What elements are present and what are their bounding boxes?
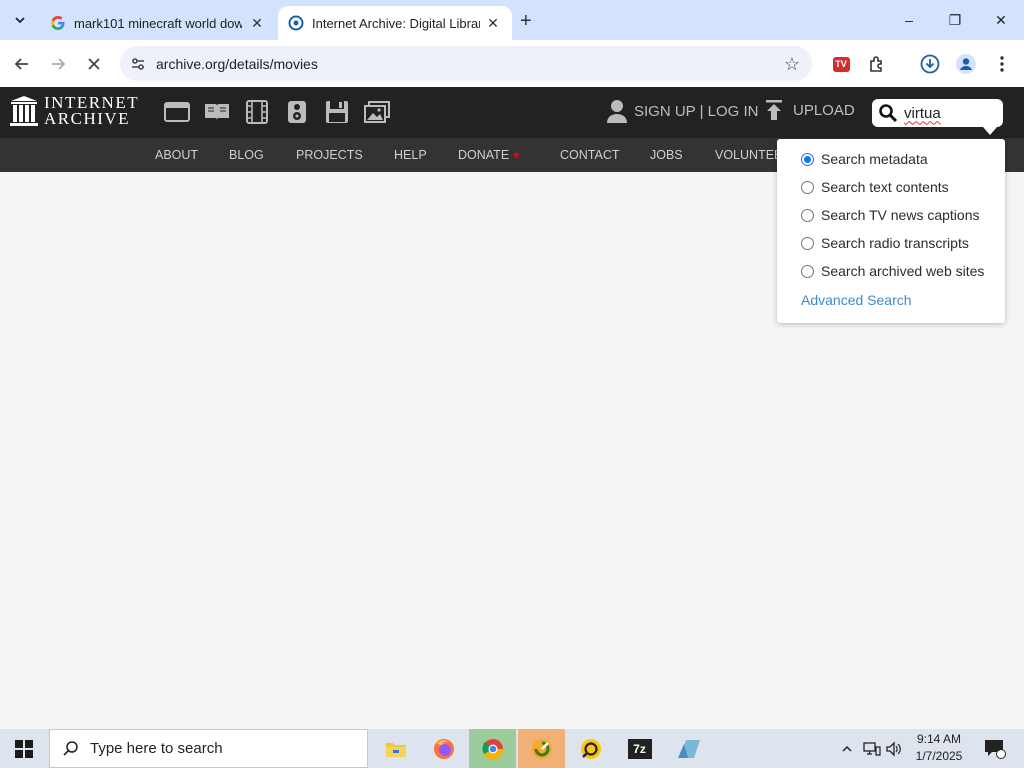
tab-close-icon[interactable]: ✕ — [484, 15, 502, 32]
browser-toolbar: archive.org/details/movies ☆ TV — [0, 40, 1024, 87]
archive-building-icon — [10, 96, 38, 126]
auth-label: SIGN UP | LOG IN — [634, 102, 759, 120]
start-button[interactable] — [0, 729, 48, 768]
page-content-area — [0, 172, 1024, 729]
texts-icon[interactable] — [204, 99, 230, 125]
user-icon — [607, 100, 627, 123]
nav-about[interactable]: ABOUT — [155, 148, 198, 162]
sign-up-login-link[interactable]: SIGN UP | LOG IN — [606, 99, 758, 123]
address-bar[interactable]: archive.org/details/movies ☆ — [120, 46, 812, 81]
firefox-icon[interactable] — [420, 729, 467, 768]
heart-icon: ♥ — [513, 150, 520, 162]
search-icon — [63, 740, 78, 756]
extensions-puzzle-icon[interactable] — [865, 52, 889, 76]
tab-search-button[interactable] — [8, 8, 32, 32]
back-button[interactable] — [10, 52, 34, 76]
search-icon — [879, 104, 898, 123]
images-icon[interactable] — [364, 99, 390, 125]
taskbar-search-box[interactable]: Type here to search — [49, 729, 368, 768]
search-input[interactable]: virtua — [904, 105, 941, 122]
tab-close-icon[interactable]: ✕ — [248, 15, 266, 32]
new-tab-button[interactable]: + — [520, 10, 532, 33]
notification-center-button[interactable]: 1 — [980, 729, 1010, 768]
nav-blog[interactable]: BLOG — [229, 148, 264, 162]
nav-donate-label: DONATE — [458, 148, 510, 162]
ia-search-box[interactable]: virtua — [872, 99, 1003, 135]
clock-date: 1/7/2025 — [915, 749, 963, 763]
tab-google-search[interactable]: mark101 minecraft world down ✕ — [40, 6, 276, 40]
radio-button[interactable] — [801, 152, 814, 166]
google-icon — [50, 15, 66, 31]
show-hidden-icons-button[interactable] — [838, 729, 856, 768]
chevron-down-icon — [15, 17, 25, 24]
ia-header: INTERNET ARCHIVE SIGN UP | LOG IN UPLOAD… — [0, 87, 1024, 138]
search-option-metadata[interactable]: Search metadata — [801, 151, 928, 167]
tv-extension-label: TV — [832, 56, 850, 72]
file-explorer-icon[interactable] — [372, 729, 419, 768]
restore-button[interactable]: ❐ — [932, 0, 978, 40]
tab-title: Internet Archive: Digital Library — [312, 15, 480, 31]
minimize-button[interactable]: – — [886, 0, 932, 40]
volume-icon[interactable] — [884, 729, 904, 768]
internet-archive-favicon-icon — [288, 15, 304, 31]
upload-link[interactable]: UPLOAD — [765, 99, 855, 121]
chrome-icon[interactable] — [469, 729, 516, 768]
browser-menu-icon[interactable] — [990, 52, 1014, 76]
url-text: archive.org/details/movies — [156, 55, 318, 72]
windows-logo-icon — [15, 739, 33, 758]
notification-count: 1 — [995, 743, 1001, 753]
taskbar-search-placeholder: Type here to search — [90, 740, 223, 757]
tab-title: mark101 minecraft world down — [74, 15, 242, 31]
cleaner-icon[interactable] — [518, 729, 565, 768]
7zip-icon[interactable]: 7z — [616, 729, 663, 768]
site-settings-icon[interactable] — [120, 56, 156, 72]
profile-avatar-icon[interactable] — [954, 52, 978, 76]
nav-jobs[interactable]: JOBS — [650, 148, 683, 162]
nav-help[interactable]: HELP — [394, 148, 427, 162]
network-icon[interactable] — [860, 729, 884, 768]
nav-projects[interactable]: PROJECTS — [296, 148, 363, 162]
media-player-icon[interactable] — [567, 729, 614, 768]
arrow-right-icon — [52, 58, 66, 70]
nav-volunteer[interactable]: VOLUNTEE — [715, 148, 782, 162]
taskbar-clock[interactable]: 9:14 AM 1/7/2025 — [904, 731, 974, 765]
software-icon[interactable] — [324, 99, 350, 125]
arrow-left-icon — [14, 58, 28, 70]
nav-contact[interactable]: CONTACT — [560, 148, 620, 162]
clock-time: 9:14 AM — [916, 732, 962, 746]
close-icon — [88, 58, 100, 70]
forward-button[interactable] — [46, 52, 70, 76]
option-label: Search metadata — [821, 151, 928, 167]
nav-donate[interactable]: DONATE ♥ — [458, 148, 520, 162]
app-icon[interactable] — [665, 729, 712, 768]
upload-icon — [766, 100, 782, 120]
bookmark-star-icon[interactable]: ☆ — [784, 54, 800, 75]
tab-internet-archive[interactable]: Internet Archive: Digital Library ✕ — [278, 6, 512, 40]
7zip-label: 7z — [627, 738, 652, 759]
video-icon[interactable] — [244, 99, 270, 125]
browser-tab-strip: mark101 minecraft world down ✕ Internet … — [0, 0, 1024, 40]
ia-logo[interactable]: INTERNET ARCHIVE — [10, 94, 139, 128]
close-window-button[interactable]: ✕ — [978, 0, 1024, 40]
audio-icon[interactable] — [284, 99, 310, 125]
web-icon[interactable] — [164, 99, 190, 125]
stop-loading-button[interactable] — [82, 52, 106, 76]
chevron-up-icon — [842, 745, 852, 752]
windows-taskbar: Type here to search 7z 9:14 AM 1/7/2025 … — [0, 729, 1024, 768]
upload-label: UPLOAD — [793, 101, 855, 119]
tv-extension-icon[interactable]: TV — [829, 52, 853, 76]
logo-line-2: ARCHIVE — [44, 109, 131, 128]
download-icon[interactable] — [918, 52, 942, 76]
